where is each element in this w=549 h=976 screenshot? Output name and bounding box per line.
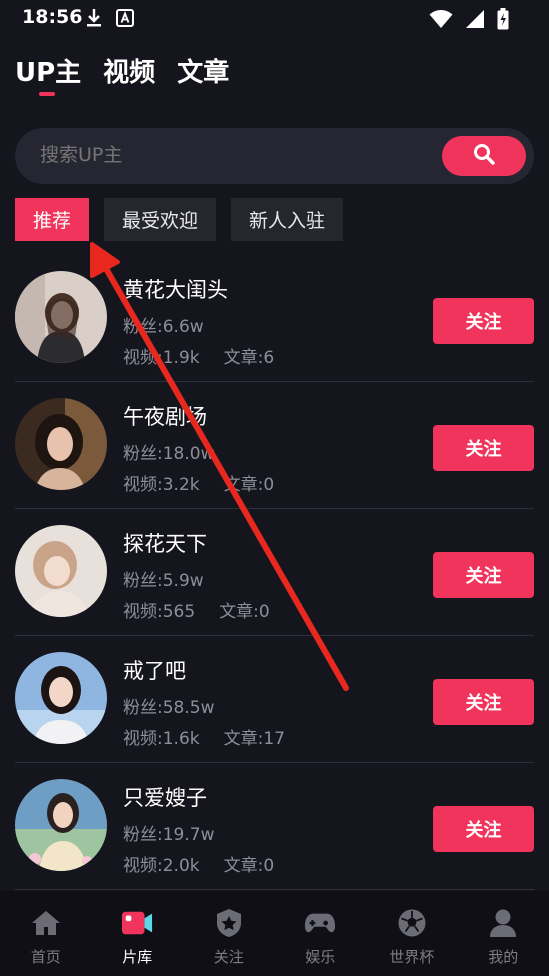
creator-list: 黄花大闺头 粉丝:6.6w 视频:1.9k 文章:6 关注 午夜剧场 粉丝:18…	[0, 255, 549, 890]
video-count: 视频:565	[123, 602, 196, 622]
fan-count: 粉丝:6.6w	[123, 317, 204, 337]
fan-count: 粉丝:18.0w	[123, 444, 215, 464]
tab-up-host[interactable]: UP主	[15, 52, 81, 89]
status-bar: 18:56	[0, 0, 549, 36]
creator-name: 探花天下	[123, 532, 207, 556]
filter-most-popular[interactable]: 最受欢迎	[104, 198, 217, 241]
battery-charging-icon	[497, 8, 509, 34]
list-item[interactable]: 只爱嫂子 粉丝:19.7w 视频:2.0k 文章:0 关注	[0, 763, 549, 890]
creator-name: 戒了吧	[123, 659, 186, 683]
fan-count: 粉丝:19.7w	[123, 825, 215, 845]
video-count: 视频:3.2k	[123, 475, 200, 495]
creator-name: 午夜剧场	[123, 405, 207, 429]
status-time: 18:56	[22, 6, 83, 28]
active-tab-indicator	[39, 92, 55, 96]
follow-button[interactable]: 关注	[433, 806, 534, 852]
nav-entertainment[interactable]: 娱乐	[275, 891, 367, 976]
list-item[interactable]: 探花天下 粉丝:5.9w 视频:565 文章:0 关注	[0, 509, 549, 636]
creator-name: 黄花大闺头	[123, 278, 228, 302]
search-input[interactable]	[40, 144, 420, 166]
tab-articles[interactable]: 文章	[177, 52, 229, 89]
article-count: 文章:6	[223, 348, 275, 368]
fan-count: 粉丝:5.9w	[123, 571, 204, 591]
list-item[interactable]: 黄花大闺头 粉丝:6.6w 视频:1.9k 文章:6 关注	[0, 255, 549, 382]
home-icon	[30, 907, 62, 939]
soccer-ball-icon	[396, 907, 428, 939]
nav-mine[interactable]: 我的	[458, 891, 549, 976]
article-count: 文章:0	[223, 856, 275, 876]
search-bar	[15, 128, 534, 184]
filter-chips: 推荐 最受欢迎 新人入驻	[15, 198, 344, 241]
filter-recommended[interactable]: 推荐	[15, 198, 90, 241]
fan-count: 粉丝:58.5w	[123, 698, 215, 718]
nav-world-cup[interactable]: 世界杯	[366, 891, 458, 976]
avatar[interactable]	[15, 398, 107, 490]
user-icon	[487, 907, 519, 939]
tab-videos[interactable]: 视频	[103, 52, 155, 89]
nav-home[interactable]: 首页	[0, 891, 92, 976]
video-library-icon	[121, 907, 153, 939]
search-icon	[473, 143, 495, 169]
video-count: 视频:1.6k	[123, 729, 200, 749]
follow-button[interactable]: 关注	[433, 298, 534, 344]
follow-button[interactable]: 关注	[433, 552, 534, 598]
avatar[interactable]	[15, 652, 107, 744]
list-item[interactable]: 午夜剧场 粉丝:18.0w 视频:3.2k 文章:0 关注	[0, 382, 549, 509]
top-tabs: UP主 视频 文章	[15, 52, 229, 89]
divider	[15, 889, 534, 890]
gamepad-icon	[304, 907, 336, 939]
creator-name: 只爱嫂子	[123, 786, 207, 810]
search-button[interactable]	[442, 136, 526, 176]
follow-button[interactable]: 关注	[433, 425, 534, 471]
signal-icon	[465, 9, 485, 33]
list-item[interactable]: 戒了吧 粉丝:58.5w 视频:1.6k 文章:17 关注	[0, 636, 549, 763]
nav-follow[interactable]: 关注	[183, 891, 275, 976]
download-icon	[86, 8, 102, 32]
avatar[interactable]	[15, 779, 107, 871]
article-count: 文章:17	[223, 729, 285, 749]
bottom-nav: 首页 片库 关注 娱乐 世界杯 我的	[0, 891, 549, 976]
star-shield-icon	[213, 907, 245, 939]
video-count: 视频:2.0k	[123, 856, 200, 876]
video-count: 视频:1.9k	[123, 348, 200, 368]
avatar[interactable]	[15, 525, 107, 617]
follow-button[interactable]: 关注	[433, 679, 534, 725]
wifi-icon	[429, 9, 453, 33]
screen: 18:56 UP主 视频 文章 搜索UP主 推荐 最受欢迎 新人入驻 黄花大闺头…	[0, 0, 549, 976]
nav-library[interactable]: 片库	[92, 891, 184, 976]
keyboard-a-icon	[116, 9, 134, 31]
filter-newcomers[interactable]: 新人入驻	[231, 198, 344, 241]
article-count: 文章:0	[219, 602, 270, 622]
article-count: 文章:0	[223, 475, 275, 495]
avatar[interactable]	[15, 271, 107, 363]
